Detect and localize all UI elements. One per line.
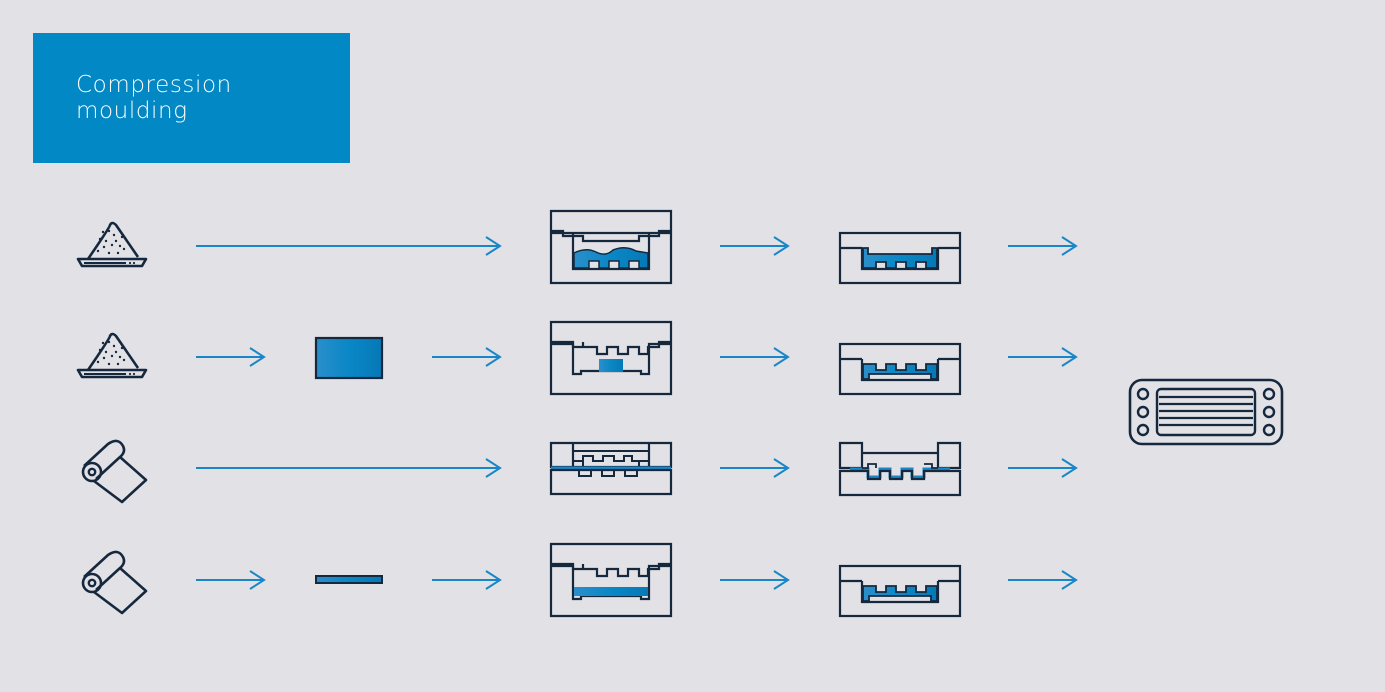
closed-mould-part: [838, 231, 962, 285]
closed-mould-part: [838, 342, 962, 396]
closed-mould-part: [838, 564, 962, 618]
open-mould-liquid-fill: [549, 209, 673, 285]
powder-icon: [76, 221, 148, 268]
thin-strip: [315, 575, 383, 584]
open-mould-preform: [549, 320, 673, 396]
open-mould-strip: [549, 542, 673, 618]
powder-icon: [76, 332, 148, 379]
closed-mould-formed-sheet: [838, 441, 962, 497]
closing-mould-sheet: [549, 441, 673, 496]
moulded-grille-part-icon: [1128, 378, 1284, 446]
process-flow-diagram: [76, 209, 1284, 618]
sheet-roll-icon: [81, 439, 148, 504]
sheet-roll-icon: [81, 550, 148, 615]
preform-block: [314, 336, 384, 380]
